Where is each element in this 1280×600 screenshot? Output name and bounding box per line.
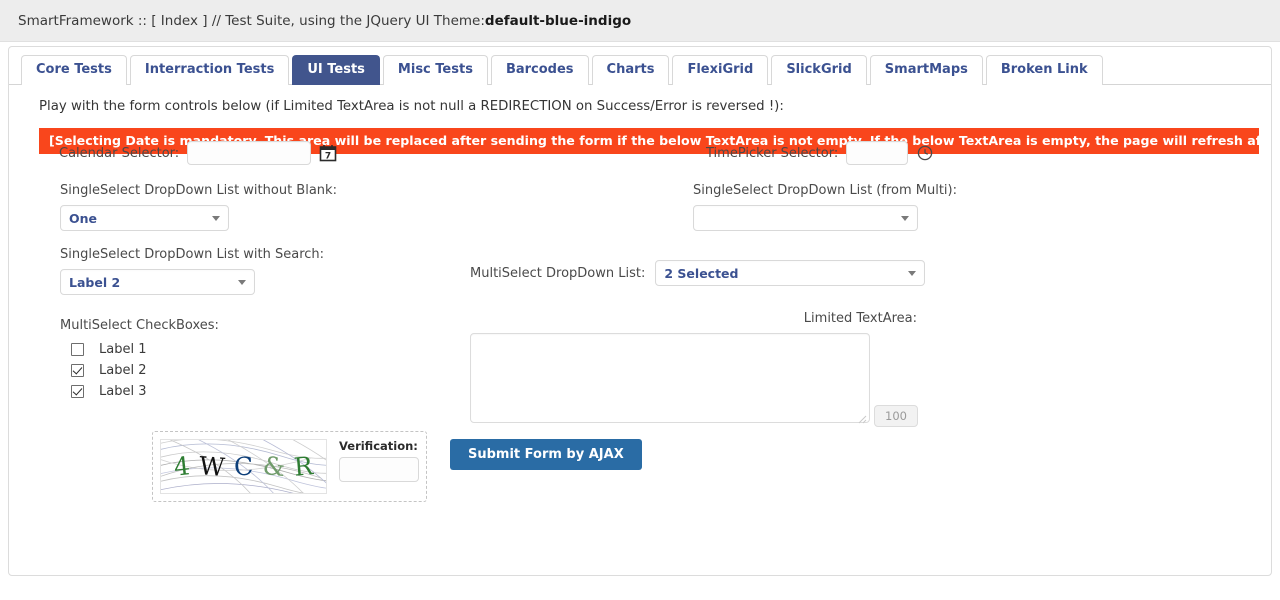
select-with-search-row: SingleSelect DropDown List with Search: … [60, 247, 324, 295]
captcha-char: 4 [172, 451, 192, 482]
verification-field-group: Verification: [339, 439, 419, 482]
select-no-blank-dropdown[interactable]: One [60, 205, 229, 231]
tab-charts[interactable]: Charts [591, 55, 670, 85]
tab-core-tests[interactable]: Core Tests [21, 55, 127, 85]
calendar-icon-day: 7 [325, 152, 331, 162]
checkbox-unchecked-icon[interactable] [71, 343, 84, 356]
multiselect-dropdown[interactable]: 2 Selected [655, 260, 926, 286]
main-panel: Core Tests Interraction Tests UI Tests Misc… [8, 46, 1272, 576]
chevron-down-icon [901, 215, 909, 221]
limited-textarea-label: Limited TextArea: [803, 311, 917, 326]
timepicker-selector-row: TimePicker Selector: [706, 141, 933, 165]
checkbox-row[interactable]: Label 3 [60, 381, 219, 402]
theme-name: default-blue-indigo [484, 12, 632, 29]
select-from-multi-dropdown[interactable] [693, 205, 918, 231]
timepicker-selector-label: TimePicker Selector: [706, 145, 839, 161]
multiselect-dropdown-label: MultiSelect DropDown List: [470, 265, 646, 281]
checkbox-row[interactable]: Label 1 [60, 339, 219, 360]
clock-icon[interactable] [917, 145, 933, 161]
select-from-multi-label: SingleSelect DropDown List (from Multi): [693, 183, 957, 198]
verification-input[interactable] [339, 457, 419, 482]
verification-label: Verification: [339, 439, 418, 453]
calendar-input[interactable] [187, 141, 312, 165]
form-content: Play with the form controls below (if Li… [9, 85, 1271, 502]
checkbox-row[interactable]: Label 2 [60, 360, 219, 381]
checkbox-list: Label 1 Label 2 Label 3 [60, 339, 219, 402]
chevron-down-icon [908, 270, 917, 276]
textarea-char-counter: 100 [874, 405, 918, 427]
captcha-image: 4 W C & R [160, 439, 327, 494]
tab-bar: Core Tests Interraction Tests UI Tests Misc… [9, 47, 1271, 85]
intro-text: Play with the form controls below (if Li… [39, 99, 784, 114]
captcha-char: & [261, 450, 287, 483]
limited-textarea-wrapper [470, 333, 870, 427]
limited-textarea[interactable] [470, 333, 870, 423]
tab-smartmaps[interactable]: SmartMaps [869, 55, 983, 85]
limited-textarea-group: Limited TextArea: 100 [470, 311, 918, 427]
app-title-prefix: SmartFramework :: [ Index ] // Test Suit… [18, 12, 485, 29]
captcha-char: R [293, 451, 315, 482]
captcha-char: W [198, 451, 226, 482]
select-no-blank-label: SingleSelect DropDown List without Blank… [60, 183, 337, 198]
app-header: SmartFramework :: [ Index ] // Test Suit… [0, 0, 1280, 42]
multiselect-dropdown-row: MultiSelect DropDown List: 2 Selected [470, 260, 926, 286]
tab-ui-tests[interactable]: UI Tests [292, 55, 380, 85]
captcha-char: C [233, 451, 255, 482]
checkbox-label: Label 2 [99, 363, 147, 378]
tab-slickgrid[interactable]: SlickGrid [771, 55, 867, 85]
timepicker-input[interactable] [846, 141, 909, 165]
chevron-down-icon [212, 215, 220, 221]
tab-misc-tests[interactable]: Misc Tests [382, 55, 488, 85]
captcha-submit-row: 4 W C & R Verification: Submit Form by AJAX [152, 431, 642, 502]
checkbox-checked-icon[interactable] [71, 364, 84, 377]
select-with-search-value: Label 2 [69, 274, 121, 290]
tab-flexigrid[interactable]: FlexiGrid [672, 55, 769, 85]
select-with-search-label: SingleSelect DropDown List with Search: [60, 247, 325, 262]
captcha-characters: 4 W C & R [161, 440, 326, 493]
multiselect-dropdown-value: 2 Selected [664, 265, 739, 281]
submit-form-ajax-button[interactable]: Submit Form by AJAX [450, 439, 642, 470]
select-no-blank-row: SingleSelect DropDown List without Blank… [60, 183, 337, 231]
chevron-down-icon [238, 279, 246, 285]
tab-interraction-tests[interactable]: Interraction Tests [129, 55, 290, 85]
checkbox-checked-icon[interactable] [71, 385, 84, 398]
multiselect-checkboxes-group: MultiSelect CheckBoxes: Label 1 Label 2 La… [60, 318, 219, 402]
calendar-selector-row: Calendar Selector: 7 [59, 141, 337, 165]
calendar-selector-label: Calendar Selector: [59, 145, 180, 161]
select-from-multi-row: SingleSelect DropDown List (from Multi): [693, 183, 957, 231]
captcha-container: 4 W C & R Verification: [152, 431, 427, 502]
select-with-search-dropdown[interactable]: Label 2 [60, 269, 255, 295]
select-no-blank-value: One [69, 210, 98, 226]
multiselect-checkboxes-label: MultiSelect CheckBoxes: [60, 318, 219, 333]
tab-barcodes[interactable]: Barcodes [490, 55, 589, 85]
tab-broken-link[interactable]: Broken Link [985, 55, 1103, 85]
checkbox-label: Label 1 [99, 342, 147, 357]
checkbox-label: Label 3 [99, 384, 147, 399]
calendar-icon[interactable]: 7 [319, 144, 337, 162]
